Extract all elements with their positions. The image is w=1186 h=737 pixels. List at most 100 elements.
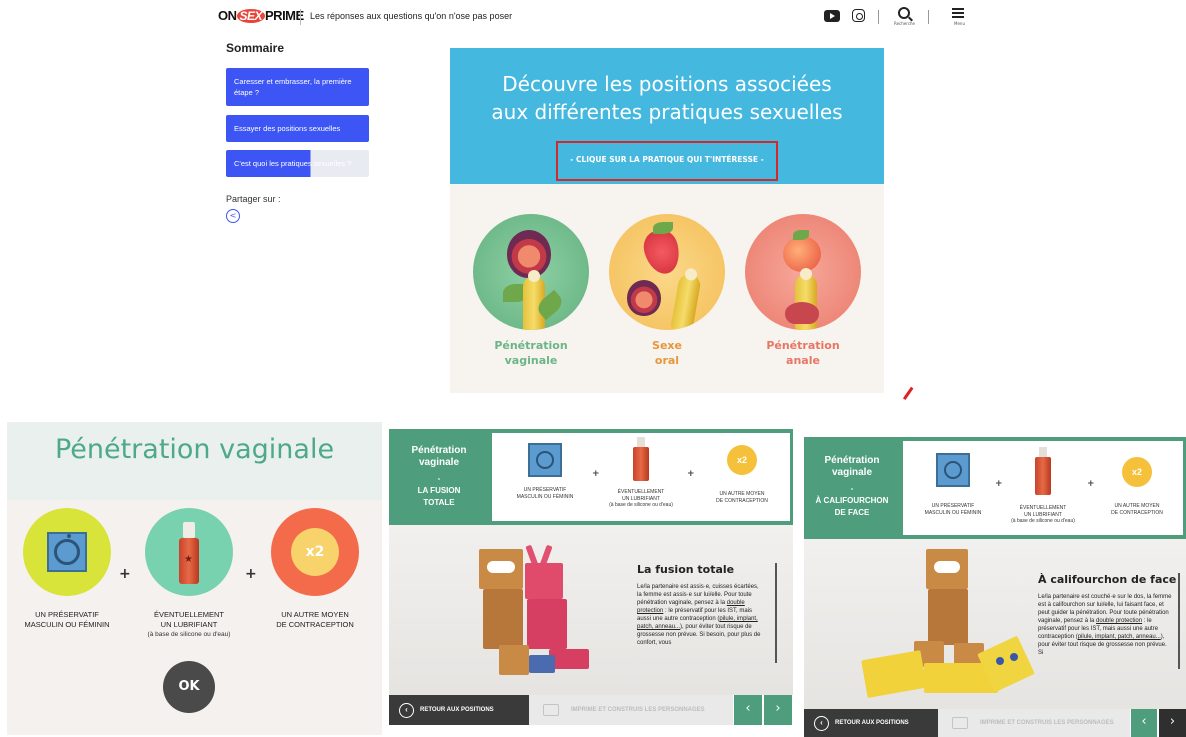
toc-item-pratiques[interactable]: C'est quoi les pratiques sexuelles ? [226, 150, 369, 177]
choice-sexe-oral[interactable]: Sexe oral [608, 214, 726, 368]
lube-icon [633, 437, 649, 481]
back-label: RETOUR AUX POSITIONS [420, 707, 494, 713]
position-title: La fusion totale [637, 563, 735, 576]
share-label: Partager sur : [226, 194, 281, 204]
ok-button[interactable]: OK [163, 661, 215, 713]
hero-title: Découvre les positions associées aux dif… [450, 70, 884, 126]
youtube-icon[interactable] [824, 10, 840, 22]
printer-icon [543, 704, 559, 716]
back-label: RETOUR AUX POSITIONS [835, 720, 909, 726]
search-label[interactable]: Recherche [894, 21, 915, 26]
toc-item-label: C'est quoi les pratiques sexuelles ? [234, 159, 352, 168]
tab-title: Pénétration [411, 445, 467, 456]
back-arrow-icon: ‹ [399, 702, 414, 718]
link-double-protection[interactable]: double protection [1096, 618, 1142, 624]
site-tagline: Les réponses aux questions qu'on n'ose p… [310, 11, 513, 21]
hero-title-line: aux différentes pratiques sexuelles [491, 100, 843, 124]
share-icon[interactable]: < [226, 209, 240, 223]
choice-label: anale [786, 354, 820, 367]
print-button[interactable]: IMPRIME ET CONSTRUIS LES PERSONNAGES [529, 695, 733, 725]
header-divider [300, 9, 301, 25]
back-to-positions-button[interactable]: ‹ RETOUR AUX POSITIONS [804, 709, 938, 737]
back-to-positions-button[interactable]: ‹ RETOUR AUX POSITIONS [389, 695, 529, 725]
condom-icon [936, 453, 970, 487]
fig-banana-illustration [473, 214, 589, 330]
x2-badge: x2 [1122, 457, 1152, 487]
site-logo[interactable]: ON SEX PRIME [218, 8, 304, 23]
tab-subtitle: LA FUSION [417, 486, 461, 495]
item-caption: UN PRÉSERVATIF [35, 610, 99, 619]
item-caption-sub: (à base de silicone ou d'eau) [1011, 518, 1075, 524]
tab-dash: - [437, 474, 441, 483]
prev-button[interactable]: ‹ [734, 695, 762, 725]
print-button[interactable]: IMPRIME ET CONSTRUIS LES PERSONNAGES [938, 709, 1130, 737]
logo-text-on: ON [218, 8, 237, 23]
choice-label: oral [654, 354, 680, 367]
strip-item-lubrifiant: ÉVENTUELLEMENT UN LUBRIFIANT (à base de … [1004, 447, 1082, 525]
choice-penetration-vaginale[interactable]: Pénétration vaginale [472, 214, 590, 368]
peach-banana-illustration [745, 214, 861, 330]
choice-label: Pénétration [766, 339, 840, 352]
choice-label: vaginale [504, 354, 558, 367]
annotation-mark [902, 386, 914, 400]
tab-subtitle: TOTALE [423, 498, 455, 507]
next-button[interactable]: › [764, 695, 792, 725]
prev-button[interactable]: ‹ [1131, 709, 1157, 737]
search-icon[interactable] [898, 7, 910, 19]
strip-item-lubrifiant: ÉVENTUELLEMENT UN LUBRIFIANT (à base de … [603, 437, 679, 509]
position-scene: À califourchon de face Le/la partenaire … [804, 539, 1186, 709]
toc-item-caresser[interactable]: Caresser et embrasser, la première étape… [226, 68, 369, 106]
menu-label[interactable]: Menu [954, 21, 965, 26]
toc-title: Sommaire [226, 41, 285, 55]
tab-title: Pénétration [824, 455, 880, 466]
tab-pointer [896, 483, 902, 495]
description-scrollbar[interactable] [1178, 573, 1180, 669]
back-arrow-icon: ‹ [814, 715, 829, 731]
position-description: Le/la partenaire est couché·e sur le dos… [1038, 593, 1172, 657]
item-lubrifiant: ★ ÉVENTUELLEMENT UN LUBRIFIANT (à base d… [129, 508, 249, 640]
lube-icon [1035, 447, 1051, 495]
item-preservatif: UN PRÉSERVATIF MASCULIN OU FÉMININ [7, 508, 127, 630]
plus-sign: + [592, 469, 600, 479]
header-divider [878, 10, 879, 24]
strip-item-contraception: x2 UN AUTRE MOYEN DE CONTRACEPTION [707, 445, 777, 504]
item-caption-sub: (à base de silicone ou d'eau) [609, 502, 673, 508]
instagram-icon[interactable] [852, 9, 865, 22]
position-title: À califourchon de face [1038, 573, 1177, 586]
tab-subtitle: DE FACE [834, 508, 870, 517]
tab-title: vaginale [831, 467, 873, 478]
next-button[interactable]: › [1159, 709, 1186, 737]
contraception-icon: x2 [271, 508, 359, 596]
description-scrollbar[interactable] [775, 563, 777, 663]
item-caption: MASCULIN OU FÉMININ [516, 493, 574, 500]
printer-icon [952, 717, 968, 729]
tab-subtitle: À CALIFOURCHON [815, 496, 889, 505]
print-label: IMPRIME ET CONSTRUIS LES PERSONNAGES [571, 707, 705, 713]
protection-panel: Pénétration vaginale UN PRÉSERVATIF MASC… [7, 422, 382, 735]
print-label: IMPRIME ET CONSTRUIS LES PERSONNAGES [980, 720, 1114, 726]
site-header: ON SEX PRIME Les réponses aux questions qu… [218, 4, 978, 30]
condom-icon [528, 443, 562, 477]
logo-text-prime: PRIME [265, 8, 304, 23]
position-scene: La fusion totale Le/la partenaire est as… [389, 525, 793, 695]
condom-icon [23, 508, 111, 596]
logo-text-sex: SEX [236, 9, 266, 23]
choice-penetration-anale[interactable]: Pénétration anale [744, 214, 862, 368]
toc-item-positions[interactable]: Essayer des positions sexuelles [226, 115, 369, 142]
tab-pointer [485, 473, 491, 485]
item-caption: DE CONTRACEPTION [1111, 509, 1163, 516]
item-caption: MASCULIN OU FÉMININ [924, 509, 982, 516]
x2-badge: x2 [727, 445, 757, 475]
paper-characters-illustration [469, 544, 619, 685]
position-description: Le/la partenaire est assis·e, cuisses éc… [637, 583, 765, 647]
tab-dash: - [850, 484, 854, 493]
hero-title-line: Découvre les positions associées [502, 72, 832, 96]
item-caption: MASCULIN OU FÉMININ [24, 620, 110, 629]
menu-icon[interactable] [952, 8, 964, 18]
item-caption: DE CONTRACEPTION [716, 497, 768, 504]
hero-banner: Découvre les positions associées aux dif… [450, 48, 884, 184]
position-panel-fusion: Pénétration vaginale - LA FUSION TOTALE … [389, 429, 793, 736]
item-caption: UN AUTRE MOYEN [281, 610, 349, 619]
practice-choices: Pénétration vaginale Sexe oral Pénétrati… [450, 184, 884, 393]
link-contraception[interactable]: pilule, implant, patch, anneau... [1078, 634, 1161, 640]
